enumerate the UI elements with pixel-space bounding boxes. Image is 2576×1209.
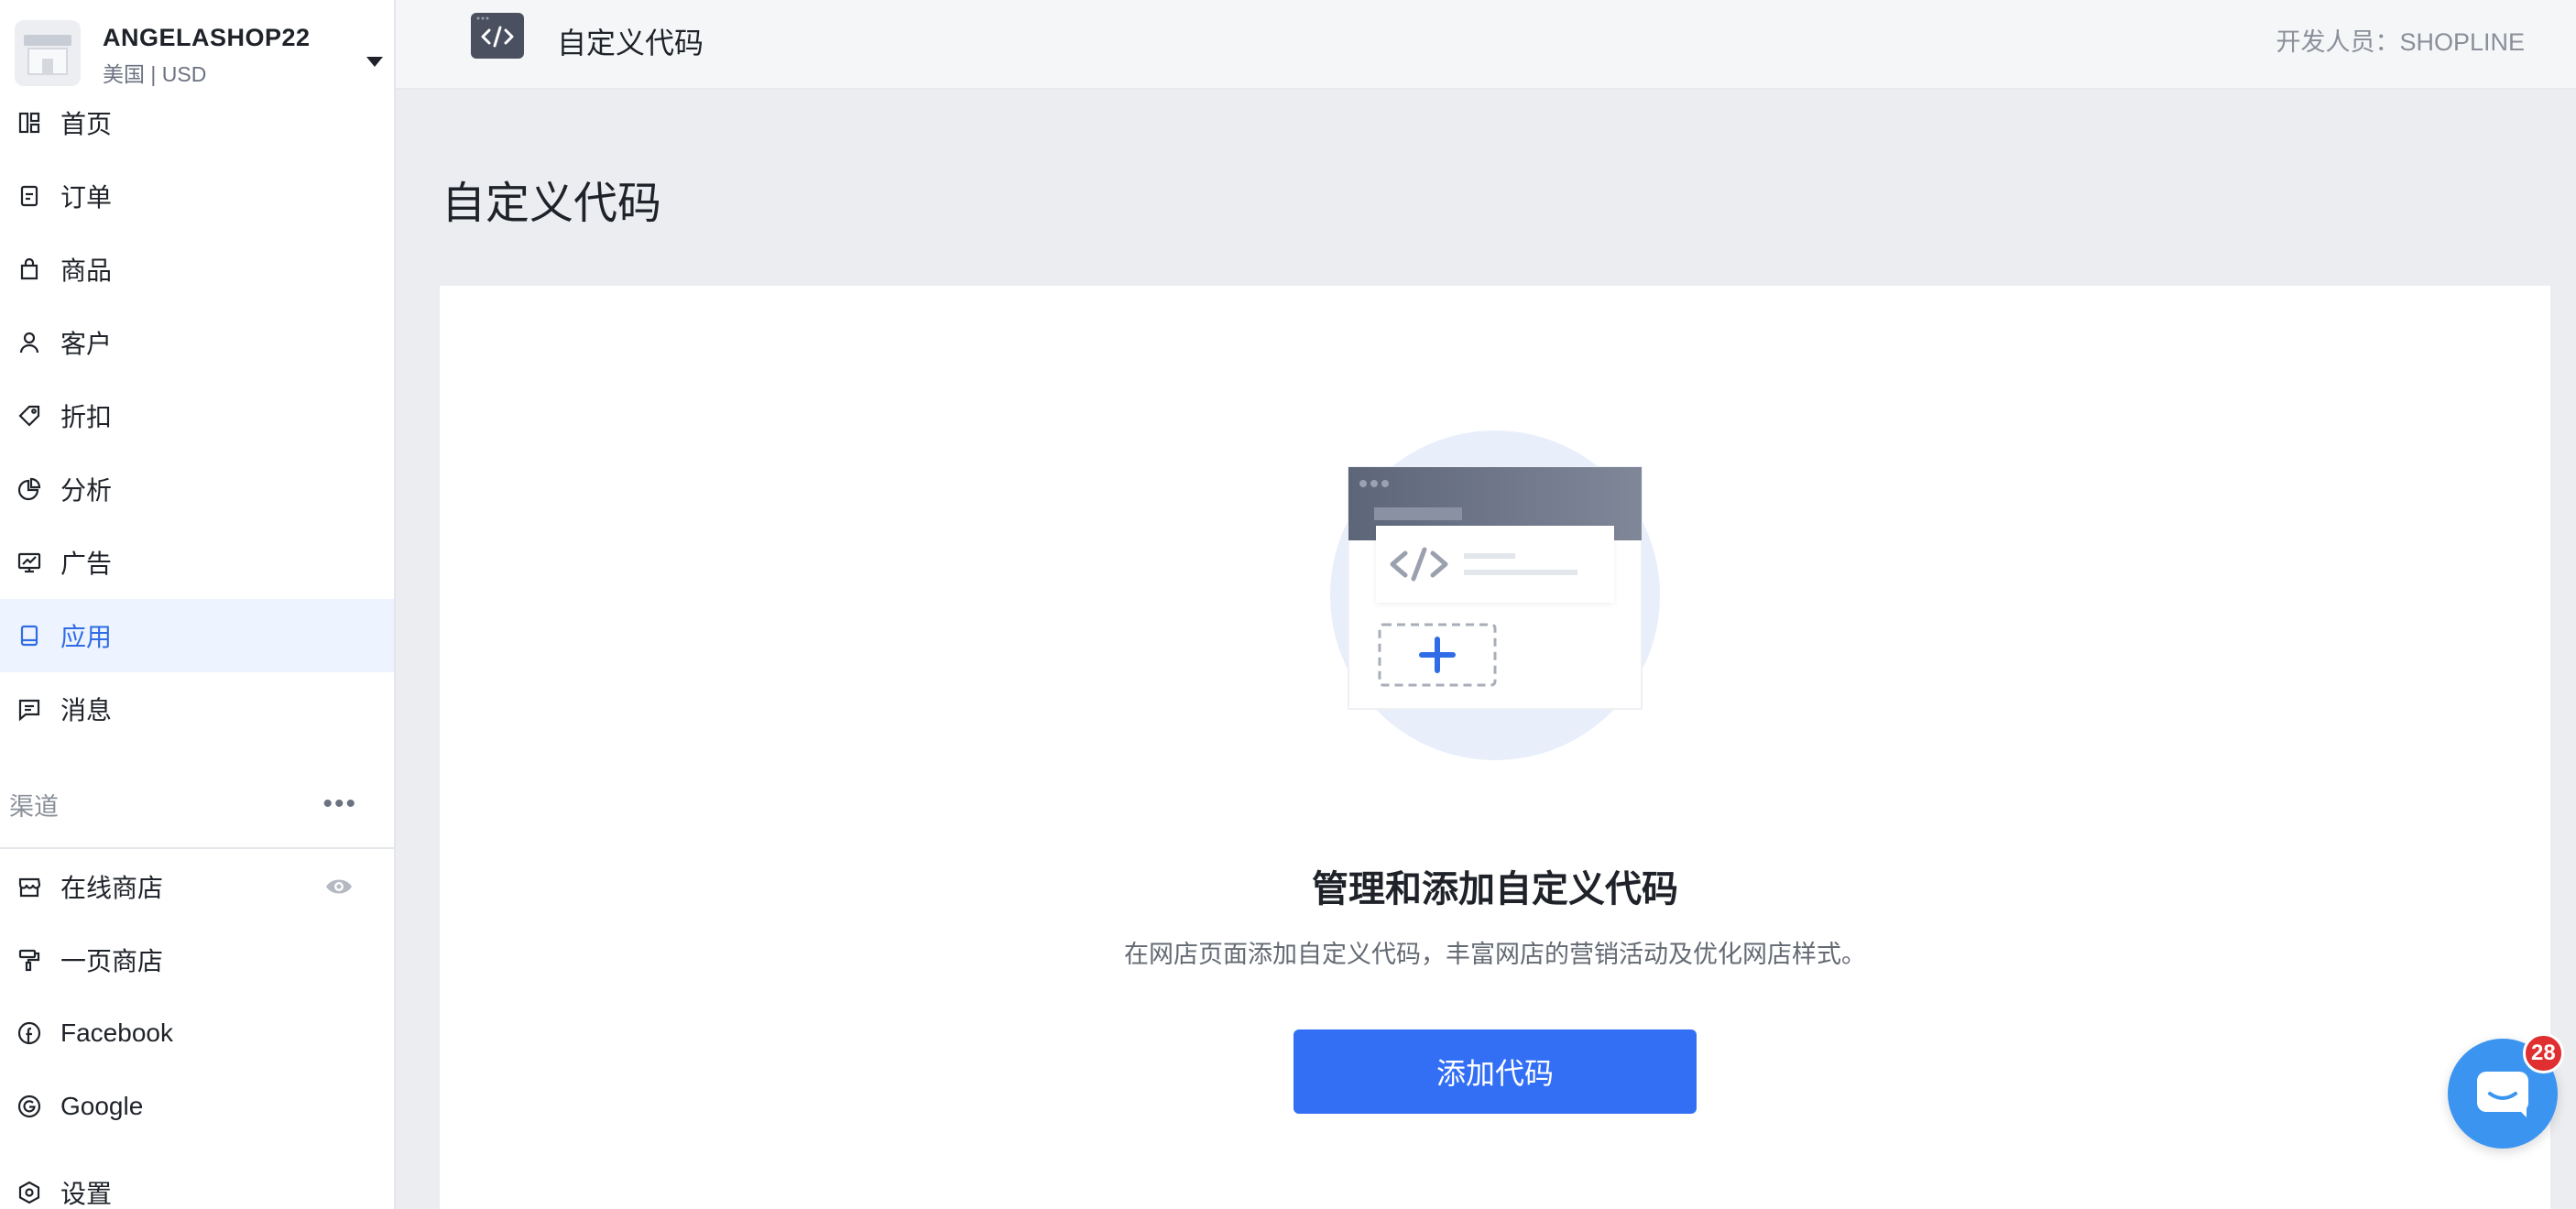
sidebar-item-label: 客户 [60, 330, 113, 358]
sidebar-item-ads[interactable]: 广告 [0, 526, 394, 599]
channel-list: 在线商店 一页商店 Facebook Google [0, 850, 394, 1143]
sidebar-item-online-store[interactable]: 在线商店 [0, 850, 394, 923]
sidebar-item-google[interactable]: Google [0, 1070, 394, 1143]
sidebar-item-label: Facebook [60, 1018, 173, 1047]
monitor-icon [16, 550, 42, 575]
developer-label: 开发人员：SHOPLINE [2276, 28, 2525, 56]
sidebar-item-orders[interactable]: 订单 [0, 159, 394, 233]
user-icon [16, 330, 42, 355]
facebook-icon [16, 1020, 42, 1046]
sidebar-item-label: 折扣 [60, 403, 113, 431]
sidebar: ANGELASHOP22 美国 | USD 首页 订单 商品 客户 折扣 分析 … [0, 0, 396, 1209]
sidebar-item-label: 商品 [60, 256, 113, 285]
sidebar-item-label: 在线商店 [60, 874, 164, 902]
chat-icon [2477, 1072, 2528, 1117]
sidebar-item-customers[interactable]: 客户 [0, 306, 394, 379]
empty-state-card: 管理和添加自定义代码 在网店页面添加自定义代码，丰富网店的营销活动及优化网店样式… [440, 286, 2550, 1209]
sidebar-item-label: 设置 [60, 1180, 113, 1208]
empty-state-description: 在网店页面添加自定义代码，丰富网店的营销活动及优化网店样式。 [1124, 941, 1866, 968]
sidebar-item-settings[interactable]: 设置 [0, 1158, 394, 1209]
code-app-logo-icon [471, 13, 524, 59]
sidebar-item-products[interactable]: 商品 [0, 233, 394, 306]
settings-icon [16, 1180, 42, 1205]
caret-down-icon[interactable] [366, 57, 383, 67]
sidebar-item-label: 订单 [60, 183, 113, 212]
sidebar-item-analytics[interactable]: 分析 [0, 452, 394, 526]
app-topbar: 自定义代码 开发人员：SHOPLINE [396, 0, 2576, 90]
divider [0, 847, 394, 849]
app-root: ANGELASHOP22 美国 | USD 首页 订单 商品 客户 折扣 分析 … [0, 0, 2576, 1209]
empty-state-title: 管理和添加自定义代码 [1312, 869, 1678, 909]
sidebar-item-label: Google [60, 1092, 144, 1120]
sidebar-item-discounts[interactable]: 折扣 [0, 379, 394, 452]
pie-chart-icon [16, 476, 42, 502]
store-switcher[interactable]: ANGELASHOP22 美国 | USD [13, 20, 383, 88]
custom-code-illustration-icon [1328, 421, 1713, 769]
settings-wrapper: 设置 [0, 1158, 394, 1209]
sidebar-item-label: 广告 [60, 550, 113, 578]
more-icon[interactable]: ••• [322, 790, 357, 818]
eye-icon[interactable] [324, 874, 354, 899]
sidebar-item-label: 消息 [60, 696, 113, 724]
sidebar-item-label: 应用 [60, 623, 113, 651]
sidebar-item-label: 一页商店 [60, 947, 164, 975]
channels-title: 渠道 [9, 792, 59, 821]
sidebar-item-one-page-store[interactable]: 一页商店 [0, 923, 394, 997]
sidebar-item-label: 分析 [60, 476, 113, 505]
dashboard-icon [16, 110, 42, 136]
page-title: 自定义代码 [442, 180, 662, 228]
sidebar-item-apps[interactable]: 应用 [0, 599, 394, 672]
app-icon [16, 623, 42, 648]
add-code-button[interactable]: 添加代码 [1293, 1029, 1697, 1114]
notification-badge: 28 [2523, 1033, 2564, 1073]
store-name: ANGELASHOP22 [103, 24, 311, 51]
google-icon [16, 1094, 42, 1119]
store-region-currency: 美国 | USD [103, 62, 207, 86]
bag-icon [16, 256, 42, 282]
sidebar-item-messages[interactable]: 消息 [0, 672, 394, 746]
sidebar-item-home[interactable]: 首页 [0, 86, 394, 159]
paint-roller-icon [16, 947, 42, 973]
message-icon [16, 696, 42, 722]
sidebar-item-label: 首页 [60, 110, 113, 138]
order-icon [16, 183, 42, 209]
store-avatar [15, 20, 81, 86]
main-nav: 首页 订单 商品 客户 折扣 分析 广告 应用 消息 [0, 86, 394, 746]
app-title: 自定义代码 [557, 27, 704, 60]
tag-icon [16, 403, 42, 429]
store-icon [16, 874, 42, 899]
channels-section-header: 渠道 ••• [0, 771, 394, 837]
sidebar-item-facebook[interactable]: Facebook [0, 997, 394, 1070]
